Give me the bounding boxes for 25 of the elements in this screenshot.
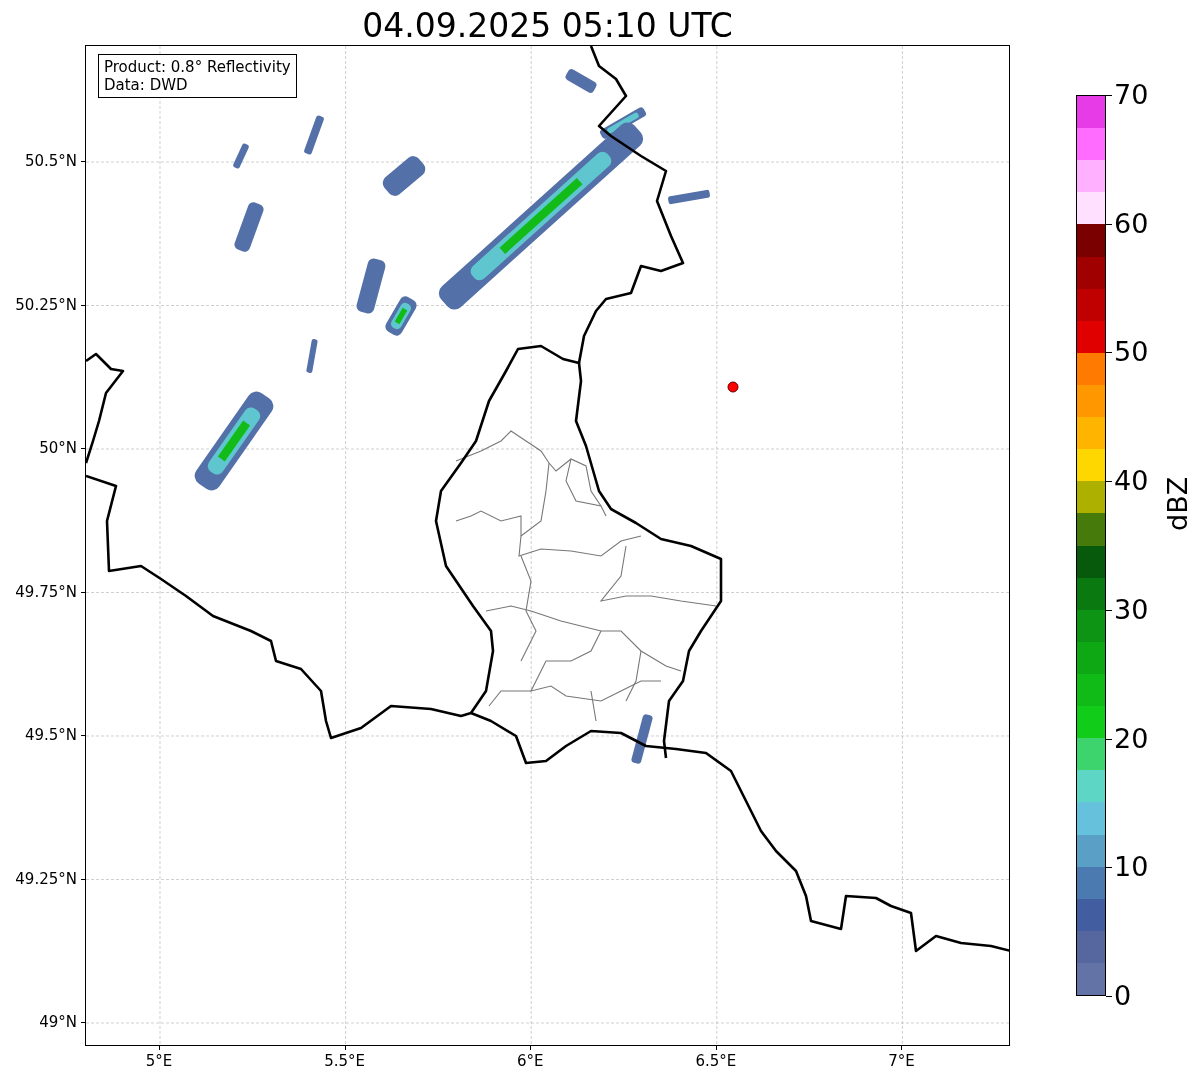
axis-tick-label: 49.25°N xyxy=(15,869,77,888)
colorbar-tick-label: 70 xyxy=(1114,81,1149,108)
colorbar-tick-label: 60 xyxy=(1114,209,1149,237)
colorbar-tick-label: 10 xyxy=(1114,853,1149,881)
axis-tick-label: 49.5°N xyxy=(24,726,77,744)
colorbar-tick-label: 0 xyxy=(1114,982,1132,1009)
legend-box: Product: 0.8° Reflectivity Data: DWD xyxy=(98,54,297,98)
axis-tick-label: 5°E xyxy=(145,1052,173,1070)
colorbar-tick-label: 20 xyxy=(1114,724,1149,752)
axis-tick-label: 50.5°N xyxy=(24,152,77,170)
colorbar-tick-label: 50 xyxy=(1114,338,1149,366)
colorbar-tick-label: 30 xyxy=(1114,595,1149,623)
colorbar-label: dBZ xyxy=(1163,476,1193,531)
axis-tick-label: 7°E xyxy=(888,1052,915,1070)
radar-site-marker xyxy=(727,381,739,393)
axis-tick-label: 50°N xyxy=(39,439,77,457)
axis-tick-label: 6.5°E xyxy=(695,1052,737,1070)
axis-tick-label: 5.5°E xyxy=(324,1052,365,1070)
axis-tick-label: 6°E xyxy=(516,1052,544,1070)
axis-tick-label: 50.25°N xyxy=(15,295,77,314)
colorbar-tick-label: 40 xyxy=(1114,467,1149,495)
radar-echo xyxy=(306,338,318,374)
chart-title: 04.09.2025 05:10 UTC xyxy=(362,6,733,46)
axis-tick-label: 49.75°N xyxy=(15,582,77,601)
axis-tick-label: 49°N xyxy=(39,1013,77,1031)
